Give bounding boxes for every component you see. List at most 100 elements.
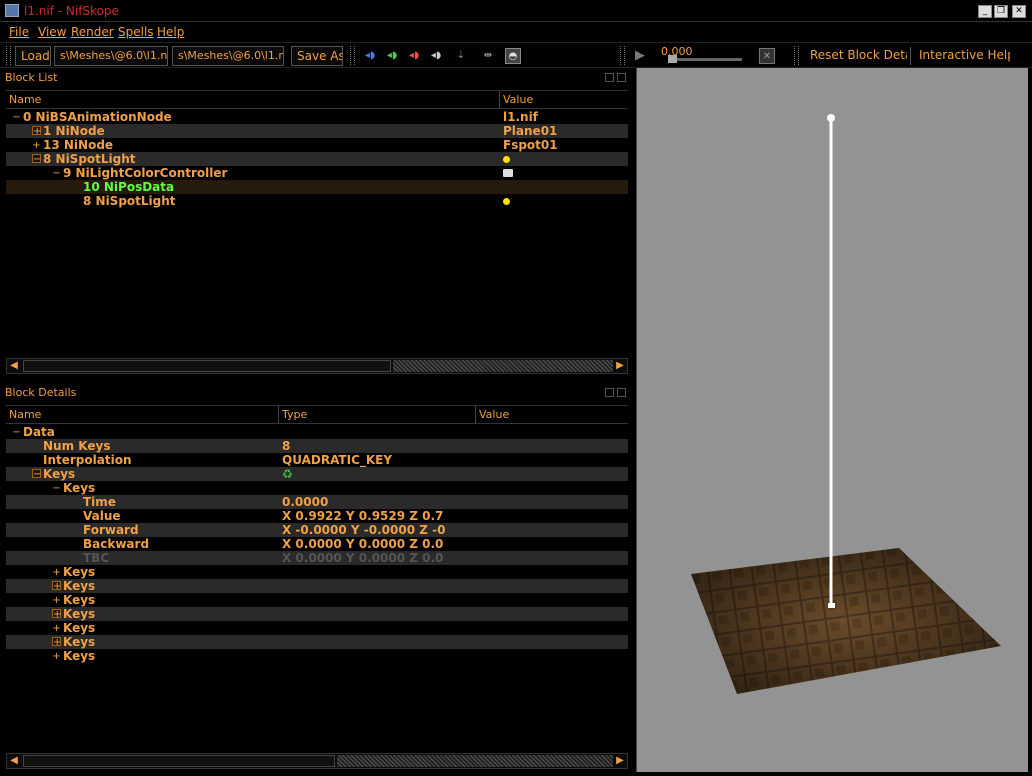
row-value-cell[interactable]: ♻ xyxy=(282,467,628,481)
interactive-help-button[interactable]: Interactive Help xyxy=(914,46,1010,66)
row-value-cell[interactable]: X 0.9922 Y 0.9529 Z 0.7 xyxy=(282,509,628,523)
tree-row[interactable]: − Keys ♻ xyxy=(6,467,628,481)
tree-row[interactable]: −0 NiBSAnimationNode l1.nif xyxy=(6,110,628,124)
expand-icon[interactable]: + xyxy=(52,568,61,578)
scrollbar-thumb[interactable] xyxy=(23,755,335,767)
collapse-icon[interactable]: − xyxy=(52,484,61,494)
row-value-cell[interactable] xyxy=(503,180,628,194)
save-as-button[interactable]: Save As xyxy=(291,46,343,66)
expand-icon[interactable]: + xyxy=(52,637,61,648)
row-value-cell[interactable]: l1.nif xyxy=(503,110,628,124)
row-value-cell[interactable]: 8 xyxy=(282,439,628,453)
block-list-hscrollbar[interactable]: ◀ ▶ xyxy=(6,358,628,374)
close-button[interactable]: ✕ xyxy=(1012,5,1026,18)
collapse-icon[interactable]: − xyxy=(52,169,61,179)
tree-row[interactable]: − Keys xyxy=(6,481,628,495)
loop-animation-icon[interactable]: ✕ xyxy=(759,48,775,64)
column-header-name[interactable]: Name xyxy=(6,91,500,108)
scrollbar-track[interactable] xyxy=(393,360,613,372)
tree-row[interactable]: + Keys xyxy=(6,607,628,621)
view-side-icon[interactable]: ◂◗ xyxy=(406,48,422,64)
row-value-cell[interactable] xyxy=(503,194,628,208)
menu-spells[interactable]: Spells xyxy=(118,25,154,39)
load-button[interactable]: Load xyxy=(15,46,51,66)
perspective-toggle-icon[interactable]: ◓ xyxy=(505,48,521,64)
tree-row[interactable]: Time 0.0000 xyxy=(6,495,628,509)
walk-mode-icon[interactable]: ⇣ xyxy=(453,48,469,64)
block-list-close-icon[interactable] xyxy=(617,73,626,82)
tree-row[interactable]: + Keys xyxy=(6,621,628,635)
tree-row[interactable]: −9 NiLightColorController xyxy=(6,166,628,180)
row-value-cell[interactable] xyxy=(282,579,628,593)
row-value-cell[interactable]: Plane01 xyxy=(503,124,628,138)
tree-row[interactable]: Num Keys 8 xyxy=(6,439,628,453)
scroll-right-arrow-icon[interactable]: ▶ xyxy=(613,754,627,768)
block-details-hscrollbar[interactable]: ◀ ▶ xyxy=(6,753,628,769)
tree-row[interactable]: + Keys xyxy=(6,579,628,593)
collapse-icon[interactable]: − xyxy=(12,113,21,123)
tree-row[interactable]: + Keys xyxy=(6,649,628,663)
tree-row[interactable]: TBC X 0.0000 Y 0.0000 Z 0.0 xyxy=(6,551,628,565)
scrollbar-track[interactable] xyxy=(337,755,613,767)
expand-icon[interactable]: + xyxy=(52,652,61,662)
tree-row[interactable]: Backward X 0.0000 Y 0.0000 Z 0.0 xyxy=(6,537,628,551)
collapse-icon[interactable]: − xyxy=(32,154,41,165)
view-front-icon[interactable]: ◂◗ xyxy=(384,48,400,64)
expand-icon[interactable]: + xyxy=(52,609,61,620)
minimize-button[interactable]: _ xyxy=(978,5,992,18)
restore-button[interactable]: ❐ xyxy=(994,5,1008,18)
column-header-value[interactable]: Value xyxy=(500,91,628,108)
row-value-cell[interactable] xyxy=(282,593,628,607)
expand-icon[interactable]: + xyxy=(52,581,61,592)
tree-row[interactable]: +13 NiNode Fspot01 xyxy=(6,138,628,152)
time-slider-track[interactable] xyxy=(668,58,742,61)
row-value-cell[interactable] xyxy=(282,649,628,663)
collapse-icon[interactable]: − xyxy=(32,469,41,480)
tree-row[interactable]: 8 NiSpotLight xyxy=(6,194,628,208)
tree-row[interactable]: Forward X -0.0000 Y -0.0000 Z -0 xyxy=(6,523,628,537)
toolbar-grip[interactable] xyxy=(350,46,355,65)
expand-icon[interactable]: + xyxy=(32,126,41,137)
scrollbar-thumb[interactable] xyxy=(23,360,391,372)
scroll-left-arrow-icon[interactable]: ◀ xyxy=(7,754,21,768)
tree-row[interactable]: 10 NiPosData xyxy=(6,180,628,194)
column-header-name[interactable]: Name xyxy=(6,406,279,423)
scroll-left-arrow-icon[interactable]: ◀ xyxy=(7,359,21,373)
row-value-cell[interactable] xyxy=(503,152,628,166)
row-value-cell[interactable] xyxy=(282,607,628,621)
menu-view[interactable]: View xyxy=(38,25,66,39)
row-value-cell[interactable] xyxy=(282,481,628,495)
tree-row[interactable]: + Keys xyxy=(6,593,628,607)
block-details-float-icon[interactable] xyxy=(605,388,614,397)
toolbar-grip[interactable] xyxy=(794,46,799,65)
view-top-icon[interactable]: ◂◗ xyxy=(362,48,378,64)
row-value-cell[interactable]: X 0.0000 Y 0.0000 Z 0.0 xyxy=(282,537,628,551)
expand-icon[interactable]: + xyxy=(52,624,61,634)
block-list-float-icon[interactable] xyxy=(605,73,614,82)
tree-row[interactable]: −8 NiSpotLight xyxy=(6,152,628,166)
row-value-cell[interactable]: QUADRATIC_KEY xyxy=(282,453,628,467)
column-header-value[interactable]: Value xyxy=(476,406,628,423)
expand-icon[interactable]: + xyxy=(32,141,41,151)
row-value-cell[interactable]: 0.0000 xyxy=(282,495,628,509)
menu-render[interactable]: Render xyxy=(71,25,114,39)
row-value-cell[interactable]: Fspot01 xyxy=(503,138,628,152)
toolbar-grip[interactable] xyxy=(6,46,11,65)
expand-icon[interactable]: + xyxy=(52,596,61,606)
save-path-field[interactable]: s\Meshes\@6.0\l1.nif xyxy=(172,46,284,66)
row-value-cell[interactable] xyxy=(282,425,628,439)
tree-row[interactable]: − Data xyxy=(6,425,628,439)
scroll-right-arrow-icon[interactable]: ▶ xyxy=(613,359,627,373)
row-value-cell[interactable] xyxy=(282,635,628,649)
time-slider-handle[interactable] xyxy=(668,55,677,63)
tree-row[interactable]: + Keys xyxy=(6,565,628,579)
render-viewport[interactable] xyxy=(636,68,1028,772)
tree-row[interactable]: + Keys xyxy=(6,635,628,649)
view-user-icon[interactable]: ◂◗ xyxy=(428,48,444,64)
menu-file[interactable]: File xyxy=(9,25,29,39)
tree-row[interactable]: +1 NiNode Plane01 xyxy=(6,124,628,138)
block-details-close-icon[interactable] xyxy=(617,388,626,397)
load-path-field[interactable]: s\Meshes\@6.0\l1.nif xyxy=(54,46,168,66)
menu-help[interactable]: Help xyxy=(157,25,184,39)
row-value-cell[interactable] xyxy=(282,565,628,579)
